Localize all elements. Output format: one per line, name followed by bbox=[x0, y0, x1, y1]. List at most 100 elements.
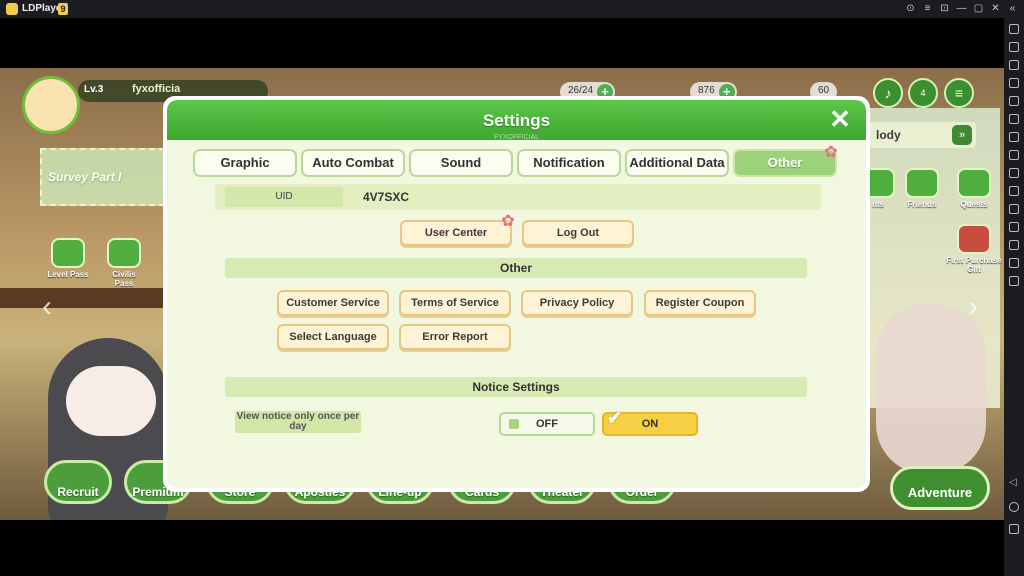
civilis-pass-icon bbox=[107, 238, 141, 268]
multi-instance-icon[interactable] bbox=[1009, 132, 1019, 142]
menu-icon[interactable]: ≡ bbox=[944, 78, 974, 108]
mail-icon[interactable]: 4 bbox=[908, 78, 938, 108]
melody-banner-label: lody bbox=[876, 128, 901, 142]
account-icon[interactable]: ⊙ bbox=[905, 2, 916, 15]
settings-subtitle: FYXOFFICIAL bbox=[493, 134, 540, 141]
stamina-value: 26/24 bbox=[568, 85, 594, 96]
friends-label: Friends bbox=[907, 200, 937, 209]
player-avatar[interactable] bbox=[22, 76, 80, 134]
character-left-face bbox=[66, 366, 156, 436]
tab-additional-data[interactable]: Additional Data bbox=[625, 149, 729, 177]
close-icon[interactable]: ✕ bbox=[828, 106, 852, 132]
level-pass-icon bbox=[51, 238, 85, 268]
character-right bbox=[876, 304, 986, 474]
checkmark-icon: ✔ bbox=[607, 408, 623, 428]
survey-banner[interactable]: Survey Part I bbox=[40, 148, 165, 206]
uid-row: UID 4V7SXC bbox=[215, 184, 821, 210]
notice-option-label: View notice only once per day bbox=[235, 411, 361, 433]
recent-apps-icon[interactable] bbox=[1009, 524, 1019, 534]
tab-graphic[interactable]: Graphic bbox=[193, 149, 297, 177]
settings-title: Settings bbox=[482, 111, 551, 130]
gift-icon bbox=[957, 224, 991, 254]
fast-forward-icon[interactable]: » bbox=[952, 125, 972, 145]
maximize-icon[interactable]: ▢ bbox=[973, 2, 984, 15]
bell-icon[interactable]: ♪ bbox=[873, 78, 903, 108]
user-center-button[interactable]: User Center bbox=[400, 220, 512, 246]
civilis-pass-button[interactable]: Civilis Pass bbox=[102, 238, 146, 288]
level-pass-button[interactable]: Level Pass bbox=[46, 238, 90, 279]
tab-sound[interactable]: Sound bbox=[409, 149, 513, 177]
emulator-title-bar: LDPlayer 9 ⊙ ≡ ⊡ — ▢ ✕ « bbox=[0, 0, 1024, 18]
survey-banner-label: Survey Part I bbox=[48, 170, 122, 184]
location-icon[interactable] bbox=[1009, 258, 1019, 268]
volume-down-icon[interactable] bbox=[1009, 78, 1019, 88]
tab-notification[interactable]: Notification bbox=[517, 149, 621, 177]
player-level: Lv.3 bbox=[84, 84, 104, 95]
keyboard-icon[interactable] bbox=[1009, 42, 1019, 52]
scroll-left-icon[interactable]: ‹ bbox=[42, 290, 66, 326]
error-report-button[interactable]: Error Report bbox=[399, 324, 511, 350]
recruit-button[interactable]: Recruit bbox=[44, 460, 112, 504]
flower-badge-icon: ✿ bbox=[501, 213, 515, 230]
notice-off-toggle[interactable]: OFF bbox=[499, 412, 595, 436]
settings-tabs: Graphic Auto Combat Sound Notification A… bbox=[193, 145, 843, 177]
tab-auto-combat[interactable]: Auto Combat bbox=[301, 149, 405, 177]
level-pass-label: Level Pass bbox=[47, 270, 89, 279]
friends-button[interactable]: Friends bbox=[900, 168, 944, 209]
melody-banner[interactable]: lody » bbox=[866, 122, 976, 148]
volume-up-icon[interactable] bbox=[1009, 60, 1019, 70]
rotate-icon[interactable] bbox=[1009, 276, 1019, 286]
collapse-sidebar-icon[interactable]: « bbox=[1007, 2, 1018, 15]
screenshot-icon[interactable]: ⊡ bbox=[939, 2, 950, 15]
uid-label: UID bbox=[225, 187, 343, 207]
notice-on-toggle[interactable]: ✔ ON bbox=[602, 408, 698, 436]
settings-header: Settings FYXOFFICIAL ✕ bbox=[167, 100, 866, 141]
background-shelf bbox=[0, 288, 170, 308]
video-icon[interactable] bbox=[1009, 186, 1019, 196]
fullscreen-icon[interactable] bbox=[1009, 96, 1019, 106]
privacy-policy-button[interactable]: Privacy Policy bbox=[521, 290, 633, 316]
screen: LDPlayer 9 ⊙ ≡ ⊡ — ▢ ✕ « ◁ Lv.3 fyxoffic… bbox=[0, 0, 1024, 576]
customer-service-button[interactable]: Customer Service bbox=[277, 290, 389, 316]
other-section-title: Other bbox=[225, 258, 807, 278]
shake-icon[interactable] bbox=[1009, 222, 1019, 232]
log-out-button[interactable]: Log Out bbox=[522, 220, 634, 246]
settings-dialog: Settings FYXOFFICIAL ✕ Graphic Auto Comb… bbox=[163, 96, 870, 492]
recruit-label: Recruit bbox=[57, 485, 99, 499]
apk-icon[interactable] bbox=[1009, 204, 1019, 214]
first-purchase-gift-label: First Purchase Gift bbox=[946, 256, 1002, 274]
adventure-button[interactable]: Adventure bbox=[890, 466, 990, 510]
notice-settings-title: Notice Settings bbox=[225, 377, 807, 397]
first-purchase-gift-button[interactable]: First Purchase Gift bbox=[946, 224, 1002, 274]
terms-of-service-button[interactable]: Terms of Service bbox=[399, 290, 511, 316]
flower-badge-icon: ✿ bbox=[824, 144, 838, 161]
friends-icon bbox=[905, 168, 939, 198]
toggle-knob-icon bbox=[509, 419, 519, 429]
ldplayer-logo-icon bbox=[6, 3, 18, 15]
gem-value: 60 bbox=[818, 85, 830, 96]
select-language-button[interactable]: Select Language bbox=[277, 324, 389, 350]
civilis-pass-label: Civilis Pass bbox=[112, 270, 136, 288]
uid-value: 4V7SXC bbox=[363, 190, 410, 204]
menu-icon[interactable]: ≡ bbox=[922, 2, 933, 15]
close-window-icon[interactable]: ✕ bbox=[990, 2, 1001, 15]
folder-icon[interactable] bbox=[1009, 240, 1019, 250]
emulator-version-badge: 9 bbox=[58, 3, 68, 15]
player-name: fyxofficia bbox=[132, 83, 181, 95]
notice-on-label: ON bbox=[641, 418, 659, 430]
record-icon[interactable] bbox=[1009, 150, 1019, 160]
home-icon[interactable] bbox=[1009, 502, 1019, 512]
coin-value: 876 bbox=[698, 85, 715, 96]
quests-button[interactable]: Quests bbox=[952, 168, 996, 209]
scissors-icon[interactable] bbox=[1009, 168, 1019, 178]
settings-panel: Settings FYXOFFICIAL ✕ Graphic Auto Comb… bbox=[167, 100, 866, 488]
quests-label: Quests bbox=[960, 200, 988, 209]
settings-icon[interactable] bbox=[1009, 24, 1019, 34]
register-coupon-button[interactable]: Register Coupon bbox=[644, 290, 756, 316]
sync-icon[interactable] bbox=[1009, 114, 1019, 124]
tab-other[interactable]: Other bbox=[733, 149, 837, 177]
notice-off-label: OFF bbox=[536, 418, 558, 430]
back-icon[interactable]: ◁ bbox=[1009, 478, 1019, 488]
minimize-icon[interactable]: — bbox=[956, 2, 967, 15]
events-label: nts bbox=[872, 200, 884, 209]
